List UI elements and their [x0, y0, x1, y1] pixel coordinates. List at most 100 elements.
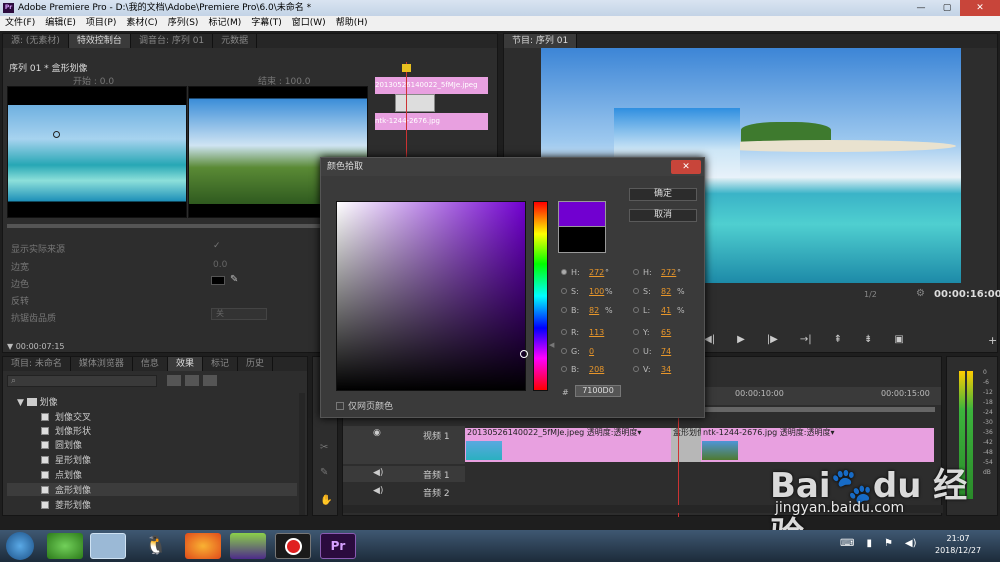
playhead-marker[interactable] — [402, 64, 411, 72]
hsb-h-row[interactable]: H: 272 ° — [561, 268, 609, 277]
effects-scrollbar[interactable] — [299, 393, 305, 515]
video-clip-b[interactable]: ntk-1244-2676.jpg 透明度:透明度▾ — [701, 428, 934, 462]
radio-icon[interactable] — [633, 288, 639, 294]
tab-info[interactable]: 信息 — [133, 357, 168, 371]
radio-icon[interactable] — [633, 348, 639, 354]
tab-effects[interactable]: 效果 — [167, 357, 203, 371]
tab-media-browser[interactable]: 媒体浏览器 — [71, 357, 133, 371]
effect-item[interactable]: 菱形划像 — [41, 498, 91, 511]
yuv-v-row[interactable]: V: 34 — [633, 365, 671, 374]
go-to-out-icon[interactable]: →| — [800, 334, 812, 345]
step-back-icon[interactable]: ◀| — [704, 334, 715, 345]
tab-history[interactable]: 历史 — [238, 357, 273, 371]
menu-help[interactable]: 帮助(H) — [331, 16, 373, 31]
hsl-l-row[interactable]: L: 41% — [633, 306, 685, 315]
tab-audio-mixer[interactable]: 调音台: 序列 01 — [131, 34, 214, 48]
clip-a-bar[interactable]: 20130526140022_5fMJe.jpeg — [375, 77, 488, 94]
yuv-filter-icon[interactable] — [203, 375, 217, 386]
menu-sequence[interactable]: 序列(S) — [163, 16, 204, 31]
effect-item-selected[interactable]: 盒形划像 — [7, 483, 297, 496]
network-icon[interactable]: ▮ — [866, 538, 872, 549]
menu-project[interactable]: 项目(P) — [81, 16, 121, 31]
hue-slider-handle[interactable]: ◀ — [549, 341, 554, 349]
tab-effect-controls[interactable]: 特效控制台 — [68, 34, 131, 48]
radio-icon[interactable] — [633, 269, 639, 275]
video-clip-a[interactable]: 20130526140022_5fMJe.jpeg 透明度:透明度▾ — [465, 428, 671, 462]
border-color-swatch[interactable] — [211, 276, 225, 285]
tab-project[interactable]: 项目: 未命名 — [3, 357, 71, 371]
menu-file[interactable]: 文件(F) — [0, 16, 40, 31]
effect-item[interactable]: 划像形状 — [41, 424, 91, 437]
time-ruler[interactable]: 00:00:10:00 00:00:15:00 — [705, 387, 941, 405]
yuv-y-row[interactable]: Y: 65 — [633, 328, 671, 337]
ok-button[interactable]: 确定 — [629, 188, 697, 201]
effect-item[interactable]: 划像交叉 — [41, 410, 91, 423]
menu-edit[interactable]: 编辑(E) — [40, 16, 81, 31]
32bit-filter-icon[interactable] — [185, 375, 199, 386]
hue-slider[interactable] — [533, 201, 548, 391]
radio-icon[interactable] — [561, 348, 567, 354]
ripple-tool-icon[interactable]: ✂ — [320, 442, 328, 453]
flag-icon[interactable]: ⚑ — [884, 538, 893, 549]
qq-icon[interactable]: 🐧 — [138, 533, 174, 559]
rgb-b-row[interactable]: B: 208 — [561, 365, 604, 374]
hsb-b-row[interactable]: B: 82% — [561, 306, 613, 315]
file-explorer-icon[interactable] — [90, 533, 126, 559]
effect-item[interactable]: 点划像 — [41, 468, 82, 481]
zoom-select[interactable]: 1/2 — [864, 290, 877, 299]
add-button-icon[interactable]: + — [988, 334, 997, 347]
close-window-button[interactable]: ✕ — [960, 0, 1000, 16]
wrench-icon[interactable]: ⚙ — [916, 288, 925, 299]
speaker-icon[interactable]: ◀) — [373, 486, 383, 496]
web-colors-checkbox[interactable]: 仅网页颜色 — [336, 399, 393, 412]
dialog-close-button[interactable]: ✕ — [671, 160, 701, 174]
clip-b-bar[interactable]: ntk-1244-2676.jpg — [375, 113, 488, 130]
radio-icon[interactable] — [633, 329, 639, 335]
premiere-taskbar-icon[interactable]: Pr — [320, 533, 356, 559]
tab-markers[interactable]: 标记 — [203, 357, 238, 371]
radio-icon[interactable] — [561, 366, 567, 372]
maximize-button[interactable]: ▢ — [934, 0, 960, 16]
radio-icon[interactable] — [633, 366, 639, 372]
lift-icon[interactable]: ⇞ — [834, 334, 842, 345]
menu-title[interactable]: 字幕(T) — [246, 16, 287, 31]
start-preview[interactable] — [7, 86, 187, 218]
export-frame-icon[interactable]: ▣ — [894, 334, 903, 345]
hex-input[interactable]: 7100D0 — [575, 385, 621, 397]
clock[interactable]: 21:07 2018/12/27 — [935, 533, 981, 557]
checkbox-icon[interactable] — [336, 402, 344, 410]
play-icon[interactable]: ▶ — [737, 334, 745, 345]
effect-item[interactable]: 圆划像 — [41, 438, 82, 451]
radio-icon[interactable] — [561, 329, 567, 335]
pen-tool-icon[interactable]: ✎ — [320, 467, 328, 478]
color-field-cursor[interactable] — [520, 350, 528, 358]
radio-icon[interactable] — [561, 288, 567, 294]
prop-value[interactable]: 0.0 — [213, 260, 227, 270]
accelerated-filter-icon[interactable] — [167, 375, 181, 386]
menu-marker[interactable]: 标记(M) — [203, 16, 246, 31]
tab-program[interactable]: 节目: 序列 01 — [504, 34, 578, 48]
quality-dropdown[interactable]: 关 — [211, 308, 267, 320]
rgb-r-row[interactable]: R: 113 — [561, 328, 604, 337]
hsl-h-row[interactable]: H: 272 ° — [633, 268, 681, 277]
radio-icon[interactable] — [633, 307, 639, 313]
eye-icon[interactable]: ◉ — [373, 428, 381, 438]
hsb-s-row[interactable]: S: 100% — [561, 287, 613, 296]
yuv-u-row[interactable]: U: 74 — [633, 347, 671, 356]
firefox-icon[interactable] — [185, 533, 221, 559]
keyboard-icon[interactable]: ⌨ — [840, 538, 854, 549]
video-editor-icon[interactable] — [230, 533, 266, 559]
cancel-button[interactable]: 取消 — [629, 209, 697, 222]
preview-scrollbar[interactable] — [7, 224, 367, 228]
record-icon[interactable] — [275, 533, 311, 559]
transition-bar[interactable] — [395, 94, 435, 112]
effects-search-input[interactable]: ⌕ — [7, 375, 157, 387]
prop-value[interactable]: ✓ — [213, 241, 221, 251]
radio-icon[interactable] — [561, 307, 567, 313]
menu-window[interactable]: 窗口(W) — [287, 16, 331, 31]
effect-item[interactable]: 星形划像 — [41, 453, 91, 466]
saturation-brightness-field[interactable] — [336, 201, 528, 391]
start-button[interactable] — [6, 532, 34, 560]
tab-metadata[interactable]: 元数据 — [213, 34, 258, 48]
center-point-handle[interactable] — [53, 131, 60, 138]
